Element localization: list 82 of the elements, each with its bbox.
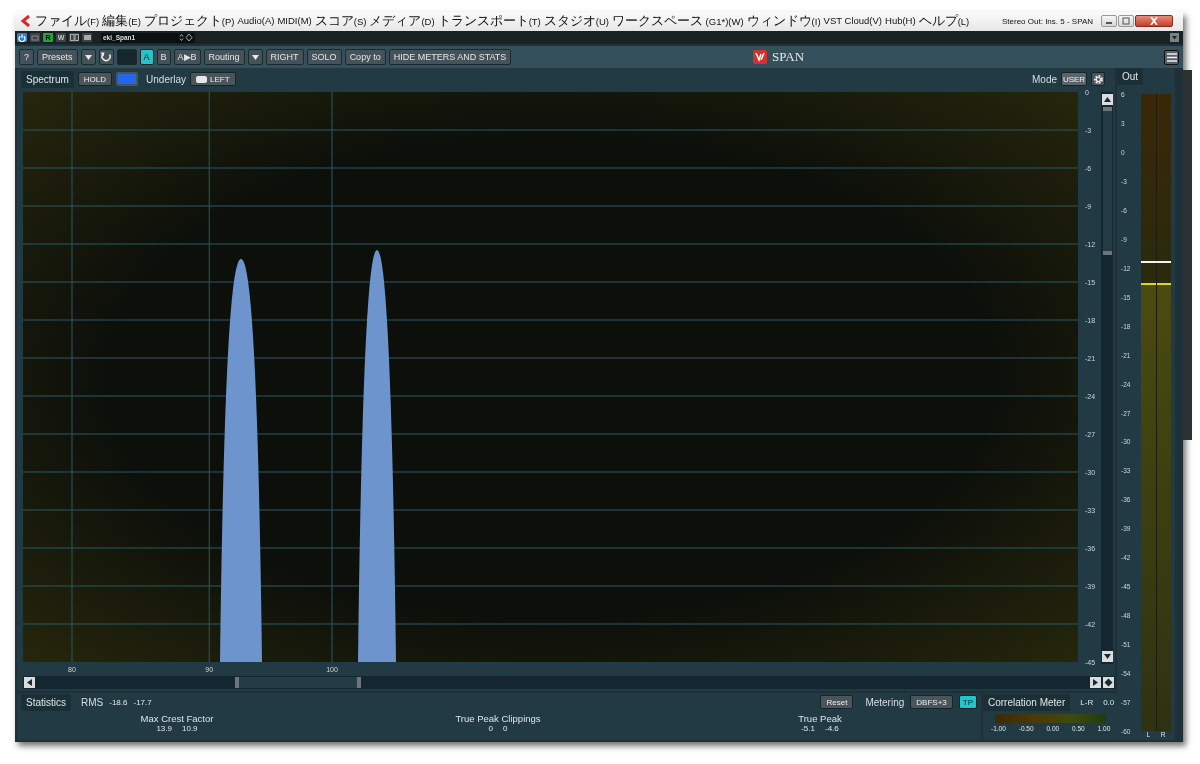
dropdown-button[interactable]	[247, 49, 263, 66]
mode-label: Mode	[1032, 73, 1057, 85]
scroll-left-icon[interactable]	[24, 677, 35, 688]
undo-button[interactable]	[98, 49, 114, 66]
correlation-value: 0.0	[1103, 697, 1115, 707]
snapshot-tab[interactable]: A▶B	[173, 49, 201, 66]
color-swatch[interactable]	[116, 72, 139, 86]
statistic-label: Max Crest Factor	[140, 713, 214, 724]
menu-item[interactable]: ワークスペース (G1*)(W)	[611, 12, 744, 30]
scroll-thumb[interactable]	[1102, 107, 1112, 255]
panel-tab[interactable]: Spectrum	[21, 70, 74, 88]
menu-item[interactable]: プロジェクト(P)	[143, 12, 235, 30]
menu-item[interactable]: ウィンドウ(I)	[746, 12, 821, 30]
menu-item[interactable]: トランスポート(T)	[437, 12, 541, 30]
snapshot-tab[interactable]: B	[156, 49, 171, 66]
menu-item[interactable]: メディア(D)	[369, 12, 435, 30]
reset-button[interactable]: Reset	[820, 695, 854, 709]
true-peak-toggle[interactable]: TP	[958, 695, 977, 709]
menu-item[interactable]: スコア(S)	[314, 12, 367, 30]
toolbar-button[interactable]: Presets	[37, 49, 78, 66]
scroll-thumb[interactable]	[235, 677, 361, 688]
menu-item[interactable]: ファイル(F)	[35, 12, 100, 30]
dropdown-button[interactable]	[80, 49, 96, 66]
toolbar-button[interactable]: ?	[19, 49, 34, 66]
statistic-label: True Peak	[798, 713, 842, 724]
power-button[interactable]	[17, 33, 27, 43]
logo-icon	[753, 50, 767, 65]
window-button[interactable]	[82, 33, 92, 43]
vertical-scrollbar[interactable]	[1101, 92, 1113, 664]
underlay-label: Underlay	[146, 73, 187, 85]
scroll-right-icon[interactable]	[1090, 677, 1101, 688]
menu-item[interactable]: MIDI(M)	[277, 13, 312, 30]
toolbar-button[interactable]: RIGHT	[265, 49, 304, 66]
diamond-icon[interactable]	[1103, 677, 1114, 688]
rms-value: -17.7	[133, 697, 152, 707]
settings-button[interactable]	[1091, 72, 1105, 86]
minimize-button[interactable]	[1101, 15, 1117, 28]
rms-label: RMS	[81, 696, 104, 708]
statistic-value: 0	[488, 724, 493, 733]
bypass-button[interactable]	[30, 33, 40, 43]
panel-tab[interactable]: Statistics	[21, 693, 71, 711]
correlation-mode: L-R	[1080, 697, 1094, 707]
menu-item[interactable]: Audio(A)	[237, 13, 275, 30]
mode-dropdown[interactable]: USER	[1061, 72, 1087, 86]
close-icon	[1149, 17, 1159, 26]
statistic-value: -5.1	[801, 724, 815, 733]
panel-tab[interactable]: Out	[1117, 68, 1144, 85]
caret-icon	[251, 54, 259, 60]
menu-item[interactable]: Hub(H)	[885, 13, 916, 30]
metering-dropdown[interactable]: DBFS+3	[910, 695, 953, 709]
horizontal-scrollbar[interactable]	[23, 676, 1115, 689]
toolbar-button[interactable]: SOLO	[306, 49, 342, 66]
statistic-label: True Peak Clippings	[455, 713, 541, 724]
caret-icon	[84, 54, 92, 60]
metering-label: Metering	[865, 696, 905, 708]
close-button[interactable]	[1135, 15, 1173, 28]
statistic-value: 0	[503, 724, 508, 733]
statistic-value: 13.9	[156, 724, 172, 733]
hold-button[interactable]: HOLD	[77, 72, 113, 86]
snapshot-tab[interactable]: A	[139, 49, 154, 66]
menu-item[interactable]: VST Cloud(V)	[823, 13, 882, 30]
statistic-value: 10.9	[182, 724, 198, 733]
dropdown-icon[interactable]	[1170, 33, 1179, 43]
menu-button[interactable]	[1164, 49, 1179, 65]
window-title: Stereo Out: Ins. 5 - SPAN	[1002, 16, 1093, 26]
menu-item[interactable]: ヘルプ(L)	[918, 12, 970, 30]
panel-tab[interactable]: Correlation Meter	[983, 693, 1071, 711]
toolbar-button[interactable]: HIDE METERS AND STATS	[388, 49, 512, 66]
scroll-up-icon[interactable]	[1101, 94, 1113, 105]
maximize-icon	[1121, 17, 1131, 26]
toolbar-button[interactable]: Routing	[203, 49, 245, 66]
compare-button[interactable]	[69, 33, 79, 43]
menu-item[interactable]: 編集(E)	[102, 12, 141, 30]
menu-item[interactable]: スタジオ(U)	[543, 12, 609, 30]
rms-value: -18.6	[109, 697, 128, 707]
scroll-down-icon[interactable]	[1101, 651, 1113, 662]
spinner-icon[interactable]	[179, 33, 193, 43]
app-icon[interactable]	[20, 15, 32, 28]
logo-text: SPAN	[772, 49, 805, 66]
toolbar-button[interactable]: Copy to	[344, 49, 386, 66]
underlay-toggle[interactable]: LEFT	[190, 72, 236, 86]
statistic-value: -4.6	[825, 724, 839, 733]
